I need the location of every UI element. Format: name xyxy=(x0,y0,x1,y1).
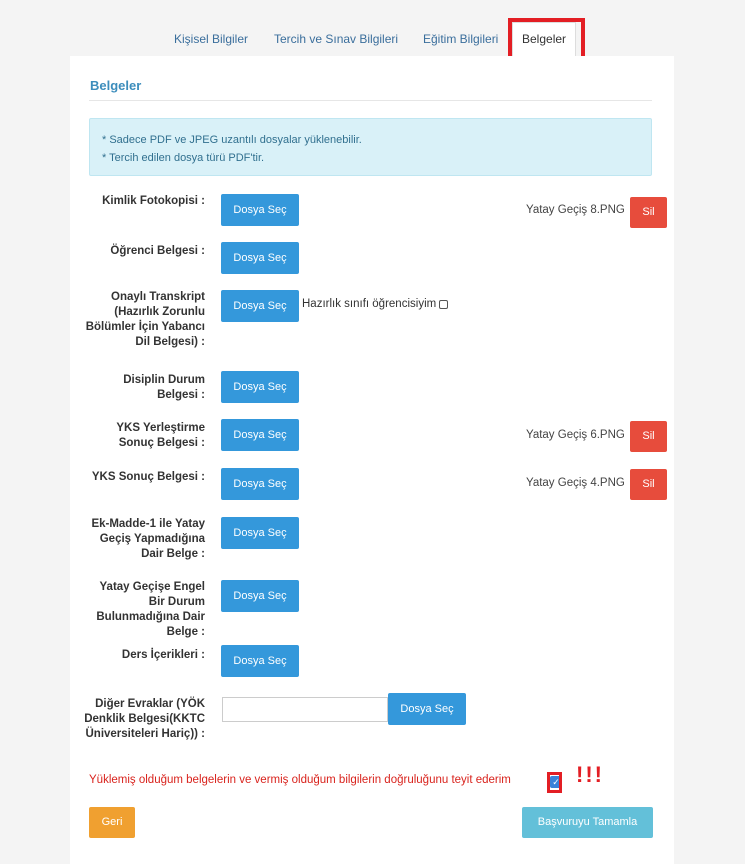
doc-label-yks-placement: YKS Yerleştirme Sonuç Belgesi : xyxy=(116,422,205,449)
choose-file-button[interactable]: Dosya Seç xyxy=(221,580,299,612)
doc-label-other-documents: Diğer Evraklar (YÖK Denklik Belgesi(KKTC… xyxy=(84,698,205,740)
other-documents-file-input[interactable] xyxy=(222,697,388,722)
doc-label-no-obstacle: Yatay Geçişe Engel Bir Durum Bulunmadığı… xyxy=(96,581,205,638)
tab-bar: Kişisel Bilgiler Tercih ve Sınav Bilgile… xyxy=(0,22,745,58)
choose-file-button[interactable]: Dosya Seç xyxy=(221,419,299,451)
delete-button[interactable]: Sil xyxy=(630,197,667,228)
back-button[interactable]: Geri xyxy=(89,807,135,838)
info-alert: * Sadece PDF ve JPEG uzantılı dosyalar y… xyxy=(89,118,652,176)
choose-file-button[interactable]: Dosya Seç xyxy=(221,194,299,226)
doc-label-student-certificate: Öğrenci Belgesi : xyxy=(110,245,205,257)
doc-label-discipline: Disiplin Durum Belgesi : xyxy=(123,374,205,401)
divider xyxy=(89,100,652,101)
section-title: Belgeler xyxy=(90,78,142,93)
delete-button[interactable]: Sil xyxy=(630,469,667,500)
tab-personal-info[interactable]: Kişisel Bilgiler xyxy=(174,32,248,46)
uploaded-file-name: Yatay Geçiş 4.PNG xyxy=(526,477,625,489)
choose-file-button[interactable]: Dosya Seç xyxy=(221,371,299,403)
choose-file-button[interactable]: Dosya Seç xyxy=(221,645,299,677)
prep-class-label: Hazırlık sınıfı öğrencisiyim xyxy=(302,298,437,310)
tab-documents[interactable]: Belgeler xyxy=(512,22,577,58)
uploaded-file-name: Yatay Geçiş 6.PNG xyxy=(526,429,625,441)
doc-label-course-contents: Ders İçerikleri : xyxy=(121,649,205,661)
complete-application-button[interactable]: Başvuruyu Tamamla xyxy=(522,807,653,838)
choose-file-button[interactable]: Dosya Seç xyxy=(221,290,299,322)
choose-file-button[interactable]: Dosya Seç xyxy=(221,468,299,500)
confirmation-text: Yüklemiş olduğum belgelerin ve vermiş ol… xyxy=(89,774,511,786)
doc-label-id-copy: Kimlik Fotokopisi : xyxy=(102,195,205,207)
choose-file-button[interactable]: Dosya Seç xyxy=(388,693,466,725)
tab-preference-exam-info[interactable]: Tercih ve Sınav Bilgileri xyxy=(274,32,398,46)
info-line: * Tercih edilen dosya türü PDF'tir. xyxy=(102,152,265,164)
choose-file-button[interactable]: Dosya Seç xyxy=(221,242,299,274)
prep-class-checkbox-row[interactable]: Hazırlık sınıfı öğrencisiyim xyxy=(302,298,449,310)
info-line: * Sadece PDF ve JPEG uzantılı dosyalar y… xyxy=(102,134,362,146)
documents-panel: Belgeler * Sadece PDF ve JPEG uzantılı d… xyxy=(70,56,674,864)
delete-button[interactable]: Sil xyxy=(630,421,667,452)
choose-file-button[interactable]: Dosya Seç xyxy=(221,517,299,549)
doc-label-additional-article: Ek-Madde-1 ile Yatay Geçiş Yapmadığına D… xyxy=(91,518,205,560)
tab-education-info[interactable]: Eğitim Bilgileri xyxy=(423,32,498,46)
checkbox-annotation-box xyxy=(547,772,562,793)
prep-class-checkbox[interactable] xyxy=(439,300,449,309)
exclamation-annotation: !!! xyxy=(576,762,604,787)
doc-label-yks-result: YKS Sonuç Belgesi : xyxy=(91,471,205,483)
doc-label-transcript: Onaylı Transkript (Hazırlık Zorunlu Bölü… xyxy=(85,291,205,348)
uploaded-file-name: Yatay Geçiş 8.PNG xyxy=(526,204,625,216)
